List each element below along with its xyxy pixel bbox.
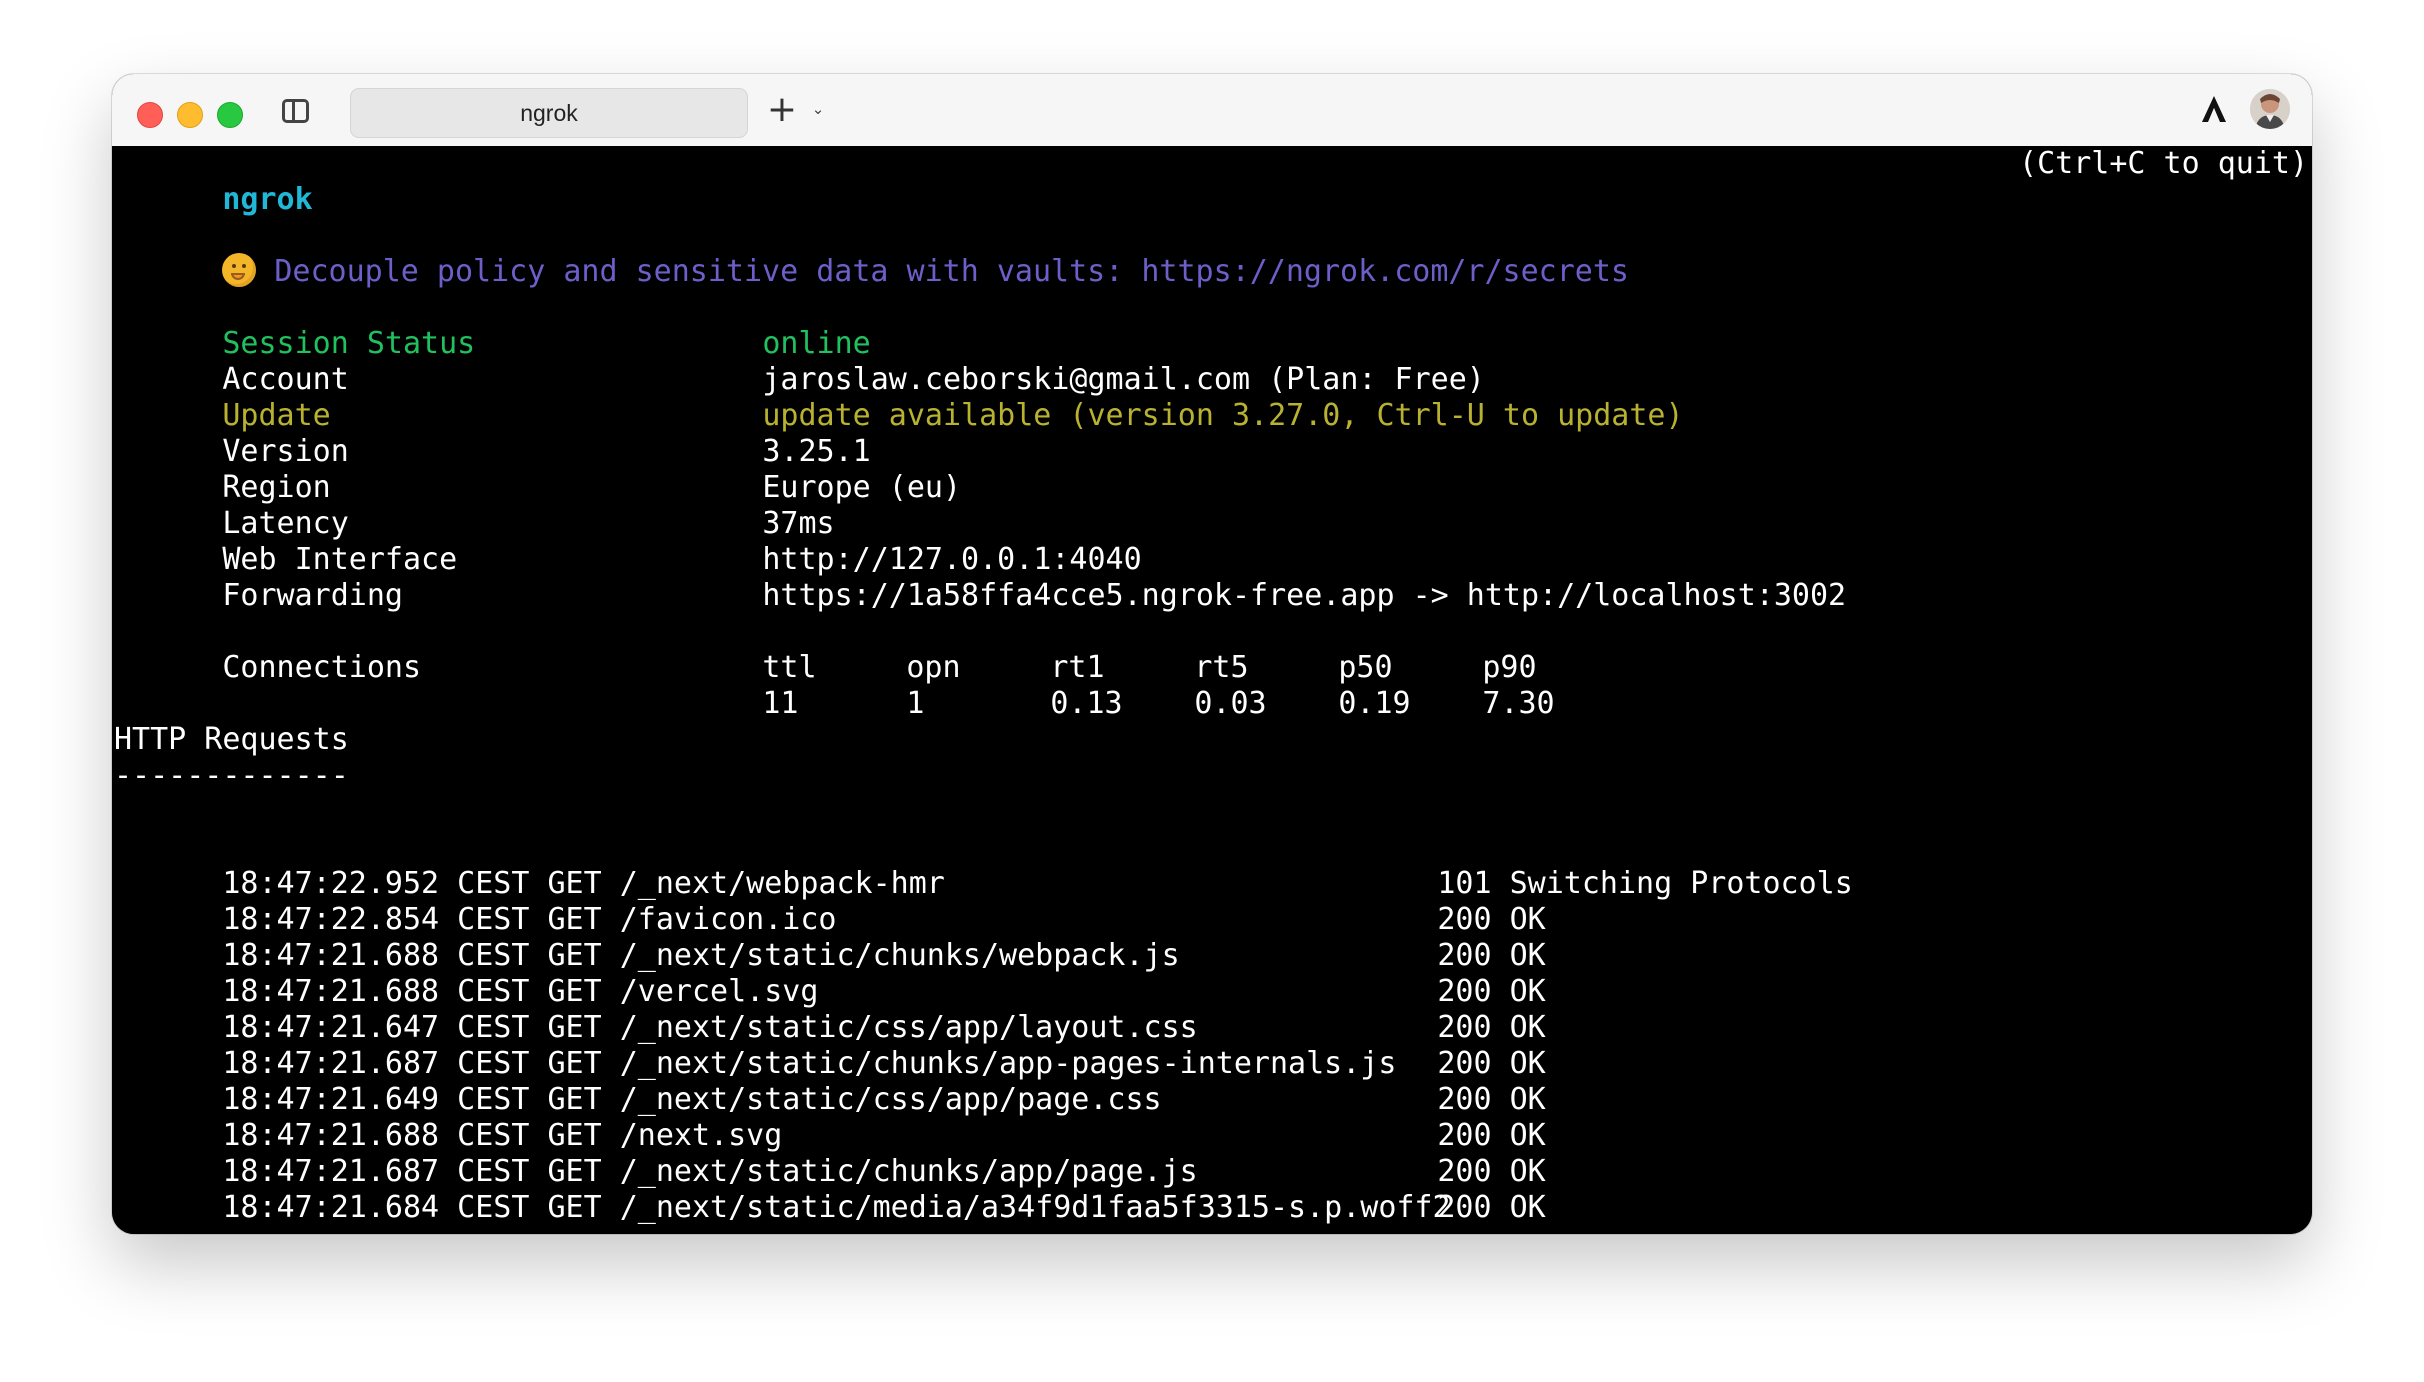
connections-values-row: 11 1 0.13 0.03 0.19 7.30 [114,650,1626,721]
connections-value-ttl: 11 [762,686,799,721]
http-requests-heading: HTTP Requests [114,722,349,757]
request-row: 18:47:22.952 CEST GET /_next/webpack-hmr… [114,830,1852,901]
tab-menu-chevron-down-icon[interactable]: ⌄ [808,96,828,122]
region-row: Region Europe (eu) [114,434,961,505]
connections-value-p90: 7.30 [1482,686,1555,721]
ngrok-app-name: ngrok [222,182,313,217]
request-row: 18:47:21.688 CEST GET /next.svg 200 OK [114,1082,1545,1153]
terminal-window: ngrok + ⌄ ngrok (Ctrl+C to quit) Decoupl… [112,74,2312,1234]
update-value: update available (version 3.27.0, Ctrl-U… [762,398,1684,433]
update-row: Update update available (version 3.27.0, … [114,362,1683,433]
forwarding-label: Forwarding [222,578,403,613]
request-row: 18:47:21.687 CEST GET /_next/static/chun… [114,1118,1545,1189]
request-row: 18:47:21.647 CEST GET /_next/static/css/… [114,974,1545,1045]
web-interface-row: Web Interface http://127.0.0.1:4040 [114,506,1141,577]
request-line: 18:47:21.684 CEST GET /_next/static/medi… [222,1190,1451,1225]
request-status: 200 OK [1437,1190,1546,1225]
request-row: 18:47:22.854 CEST GET /favicon.ico 200 OK [114,866,1545,937]
tab-ngrok[interactable]: ngrok [350,88,748,138]
promo-line: Decouple policy and sensitive data with … [114,218,1629,289]
account-row: Account jaroslaw.ceborski@gmail.com (Plan… [114,326,1484,397]
http-requests-underline: ------------- [114,758,349,793]
version-row: Version 3.25.1 [114,398,870,469]
close-window-button[interactable] [137,102,163,128]
request-row: 18:47:21.688 CEST GET /vercel.svg 200 OK [114,938,1545,1009]
latency-row: Latency 37ms [114,470,834,541]
promo-text[interactable]: Decouple policy and sensitive data with … [274,254,1629,289]
tab-title: ngrok [520,99,578,126]
profile-photo-icon [2250,89,2290,129]
thinking-face-icon [222,252,257,287]
connections-value-rt1: 0.13 [1050,686,1123,721]
sidebar-toggle-icon[interactable] [282,99,309,123]
connections-value-p50: 0.19 [1338,686,1411,721]
window-titlebar: ngrok + ⌄ [112,74,2312,147]
request-row: 18:47:21.684 CEST GET /_next/static/medi… [114,1154,1545,1225]
user-avatar[interactable] [2250,89,2290,129]
forwarding-link[interactable]: https://1a58ffa4cce5.ngrok-free.app -> h… [762,578,1846,613]
ai-assistant-icon[interactable] [2199,94,2229,124]
minimize-window-button[interactable] [177,102,203,128]
request-row: 18:47:21.688 CEST GET /_next/static/chun… [114,902,1545,973]
session-status-row: Session Status online [114,290,870,361]
request-row: 18:47:21.687 CEST GET /_next/static/chun… [114,1010,1545,1081]
forwarding-row: Forwarding https://1a58ffa4cce5.ngrok-fre… [114,542,1846,613]
connections-value-rt5: 0.03 [1194,686,1267,721]
connections-value-opn: 1 [906,686,925,721]
maximize-window-button[interactable] [217,102,243,128]
new-tab-button[interactable]: + [766,90,798,130]
quit-hint: (Ctrl+C to quit) [2019,146,2308,181]
request-row: 18:47:21.649 CEST GET /_next/static/css/… [114,1046,1545,1117]
connections-header-row: Connections ttl opn rt1 rt5 p50 p90 [114,614,1626,685]
terminal-output[interactable]: ngrok (Ctrl+C to quit) Decouple policy a… [112,146,2312,1234]
